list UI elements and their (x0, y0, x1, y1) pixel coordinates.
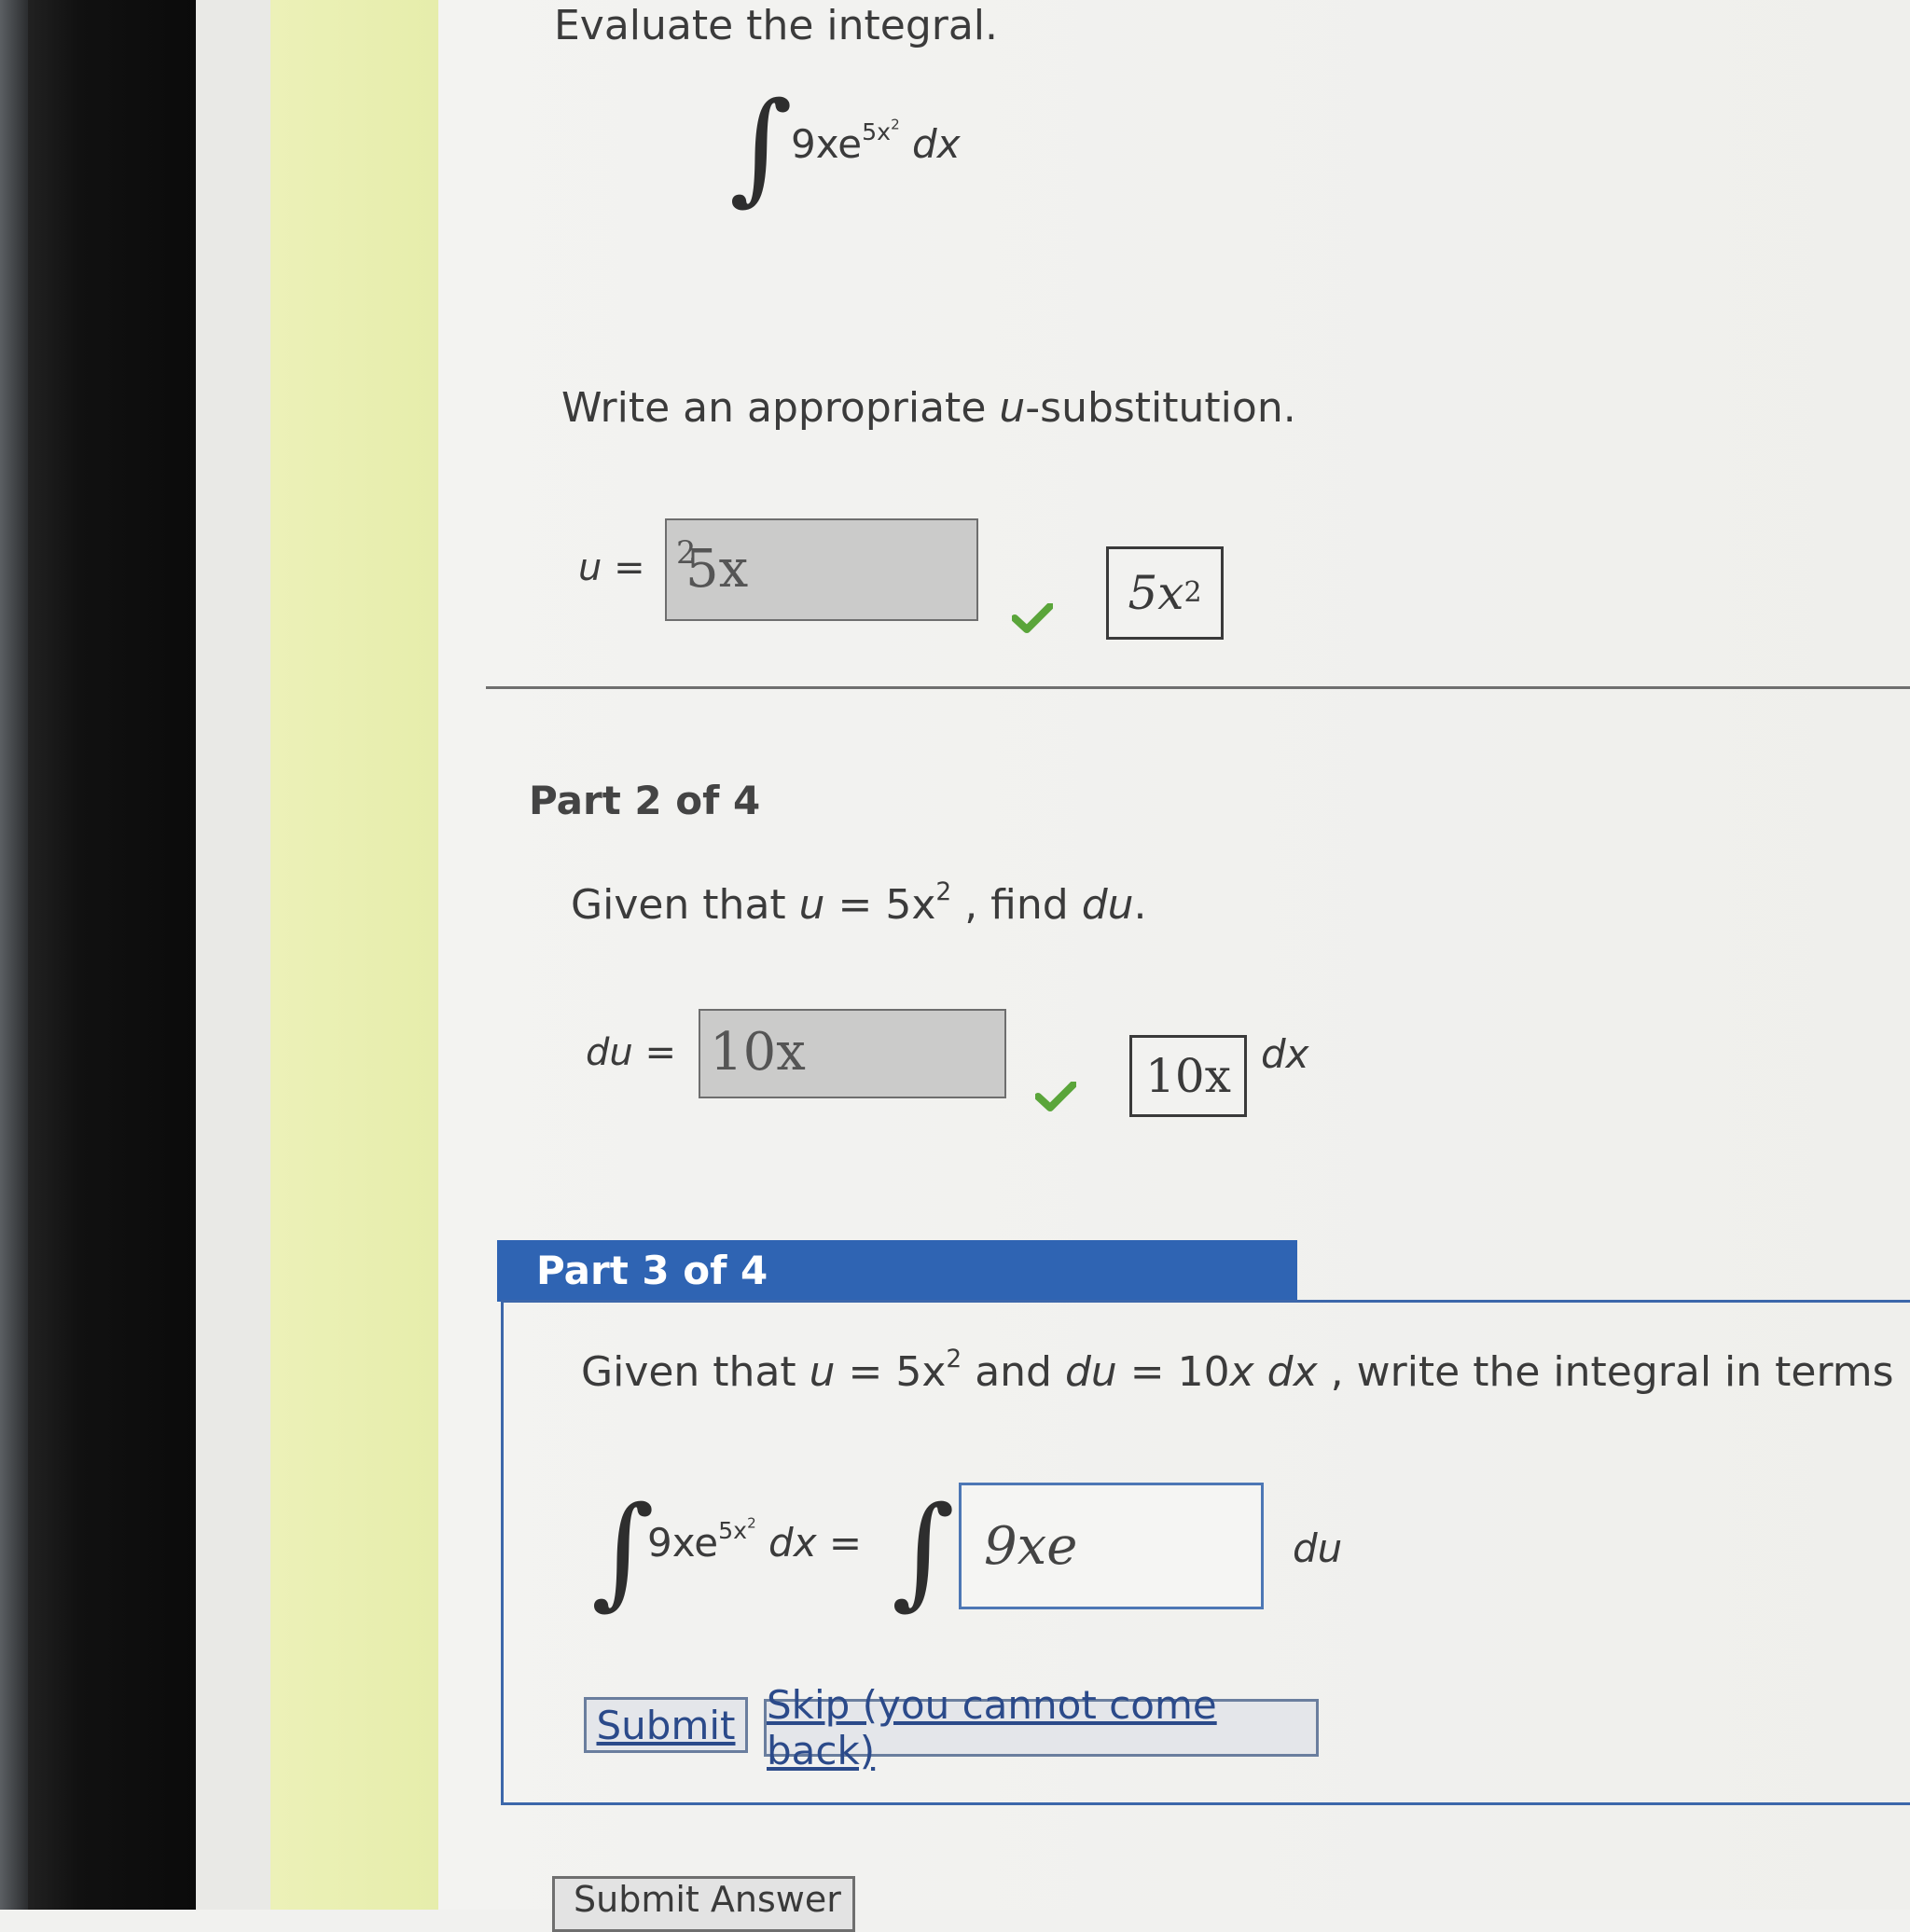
monitor-edge (0, 0, 28, 1910)
substitution-prompt: Write an appropriate u-substitution. (561, 384, 1296, 432)
integrand-input-field[interactable] (962, 1485, 1261, 1607)
page-margin (196, 0, 270, 1910)
problem-integral: 9xe5x2 dx (791, 116, 961, 167)
u-preview-box: 5x 2 (1106, 546, 1224, 640)
du-preview-box: 10x (1129, 1035, 1247, 1117)
instruction-text: Evaluate the integral. (554, 2, 999, 49)
integral-symbol: ∫ (729, 76, 793, 217)
left-sidebar-strip (270, 0, 438, 1910)
du-dx-suffix: dx (1261, 1031, 1309, 1077)
u-answer-field[interactable]: 5x 2 (665, 518, 978, 621)
du-suffix: du (1293, 1525, 1343, 1571)
correct-check-icon (1012, 603, 1053, 633)
submit-button[interactable]: Submit (584, 1697, 748, 1753)
monitor-bezel (0, 0, 196, 1910)
du-label: du = (586, 1031, 676, 1074)
correct-check-icon (1035, 1082, 1076, 1111)
part3-given-text: Given that u = 5x2 and du = 10x dx , wri… (581, 1345, 1894, 1396)
part2-given-text: Given that u = 5x2 , find du. (571, 877, 1147, 929)
integral-symbol: ∫ (892, 1480, 955, 1622)
part2-title: Part 2 of 4 (529, 778, 761, 823)
integral-symbol: ∫ (591, 1480, 655, 1622)
section-divider (486, 686, 1910, 689)
skip-button[interactable]: Skip (you cannot come back) (764, 1682, 1319, 1773)
part3-header: Part 3 of 4 (497, 1240, 1297, 1302)
integrand-input[interactable] (959, 1483, 1264, 1609)
u-label: u = (578, 546, 645, 589)
submit-answer-button[interactable]: Submit Answer (552, 1876, 855, 1932)
du-answer-field[interactable]: 10x (699, 1009, 1006, 1098)
lhs-integral: 9xe5x2 dx = (647, 1514, 863, 1566)
